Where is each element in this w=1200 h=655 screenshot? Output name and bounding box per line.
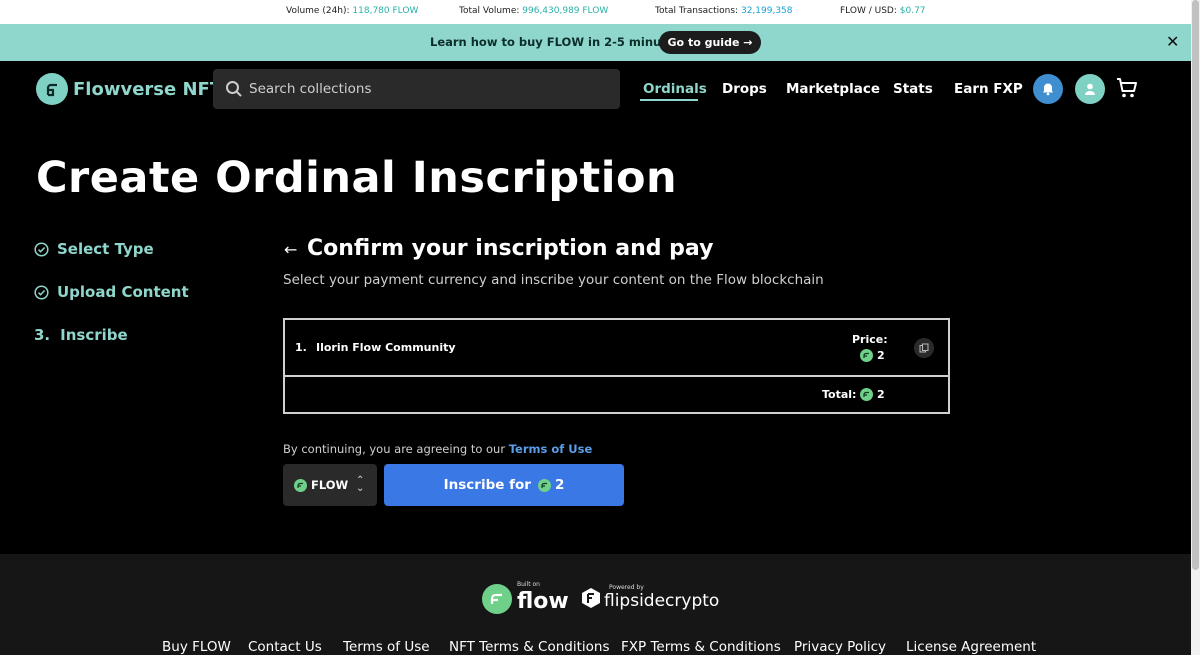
flowverse-logo-icon [36,73,68,105]
currency-value: FLOW [311,478,349,492]
inscribe-value: 2 [554,477,565,493]
built-on-flow-logo[interactable]: Built on flow [482,581,569,614]
flow-token-icon [860,388,873,401]
step-label: Select Type [57,240,154,258]
footer-link-fxp-terms[interactable]: FXP Terms & Conditions [621,639,781,655]
step-inscribe: 3. Inscribe [34,326,128,344]
stat-label: Total Transactions: [655,6,739,16]
announcement-bar: Learn how to buy FLOW in 2-5 minutes Go … [0,24,1191,61]
price-label: Price: [852,333,888,346]
item-name: Ilorin Flow Community [316,341,456,354]
step-label: Upload Content [57,283,189,301]
stat-value: 118,780 FLOW [352,6,419,16]
user-icon [1085,83,1095,95]
terms-notice: By continuing, you are agreeing to our T… [283,442,592,456]
cart-button[interactable] [1115,76,1139,104]
search-input[interactable] [249,81,609,97]
inscribe-button[interactable]: Inscribe for 2 [384,464,624,506]
flipside-logo-icon [582,588,600,608]
item-number: 1. [295,341,307,354]
stat-value: 32,199,358 [740,6,793,16]
section-subtitle: Select your payment currency and inscrib… [283,272,824,288]
powered-by-flipside-logo[interactable]: Powered by flipsidecrypto [581,584,720,611]
stat-value: $0.77 [899,6,926,16]
stat-label: Total Volume: [459,6,520,16]
nav-active-underline [640,99,698,101]
profile-button[interactable] [1075,74,1105,104]
nav-drops[interactable]: Drops [722,81,767,97]
footer-link-nft-terms[interactable]: NFT Terms & Conditions [449,639,609,655]
stat-label: Volume (24h): [286,6,350,16]
order-summary: 1. Ilorin Flow Community Price: 2 Total:… [283,318,950,414]
chevron-up-down-icon: ⌃ ⌄ [356,475,365,494]
copy-button[interactable] [914,338,934,358]
flow-token-icon [537,478,551,492]
total-value: 2 [877,388,885,401]
footer: Built on flow Powered by flipsidecrypto … [0,554,1191,655]
terms-of-use-link[interactable]: Terms of Use [509,442,593,456]
total-price: 2 [860,388,885,401]
check-circle-icon [34,241,49,257]
logo[interactable]: Flowverse NFT [36,73,222,105]
flow-logo-icon [482,583,512,614]
footer-link-privacy[interactable]: Privacy Policy [794,639,886,655]
scrollbar[interactable] [1191,0,1200,655]
logo-text: Flowverse NFT [73,78,223,100]
step-number: 3. [34,326,51,344]
copy-icon [919,343,929,353]
step-select-type[interactable]: Select Type [34,240,154,258]
divider [285,375,948,377]
stat-label: FLOW / USD: [840,6,897,16]
announcement-text: Learn how to buy FLOW in 2-5 minutes [430,35,682,49]
nav-earn-fxp[interactable]: Earn FXP [954,81,1023,97]
stats-bar: Volume (24h): 118,780 FLOW Total Volume:… [0,0,1191,24]
close-icon[interactable]: ✕ [1166,34,1179,50]
notifications-button[interactable] [1033,74,1063,104]
built-on-label: Built on [517,581,540,588]
nav-ordinals[interactable]: Ordinals [643,81,707,97]
cart-icon [1117,78,1137,98]
stat-total-volume: Total Volume: 996,430,989 FLOW [459,6,608,16]
bell-icon [1042,83,1054,96]
page-title: Create Ordinal Inscription [36,153,678,203]
item-price: 2 [860,349,885,362]
stat-volume-24h: Volume (24h): 118,780 FLOW [286,6,418,16]
step-label: Inscribe [60,326,128,344]
section-title: Confirm your inscription and pay [307,236,714,261]
step-upload-content[interactable]: Upload Content [34,283,189,301]
footer-link-contact[interactable]: Contact Us [248,639,322,655]
currency-select[interactable]: FLOW ⌃ ⌄ [283,464,377,506]
scrollbar-thumb[interactable] [1192,0,1199,570]
search-icon [226,81,242,97]
check-circle-icon [34,284,49,300]
footer-link-terms[interactable]: Terms of Use [343,639,430,655]
inscribe-label: Inscribe for [443,477,531,493]
flow-wordmark: flow [517,589,569,614]
terms-prefix: By continuing, you are agreeing to our [283,442,509,456]
total-label: Total: [822,388,857,401]
footer-link-license[interactable]: License Agreement [906,639,1036,655]
price-value: 2 [877,349,885,362]
search-bar[interactable] [213,69,620,109]
stat-flow-usd: FLOW / USD: $0.77 [840,6,926,16]
stat-total-transactions: Total Transactions: 32,199,358 [655,6,793,16]
nav-stats[interactable]: Stats [893,81,933,97]
back-arrow-icon[interactable]: ← [284,240,297,259]
nav-marketplace[interactable]: Marketplace [786,81,880,97]
footer-link-buy-flow[interactable]: Buy FLOW [162,639,231,655]
flow-token-icon [294,478,307,492]
flipside-wordmark: flipsidecrypto [604,591,720,611]
go-to-guide-button[interactable]: Go to guide → [659,31,761,54]
flow-token-icon [860,349,873,362]
stat-value: 996,430,989 FLOW [522,6,609,16]
powered-by-label: Powered by [609,584,644,591]
